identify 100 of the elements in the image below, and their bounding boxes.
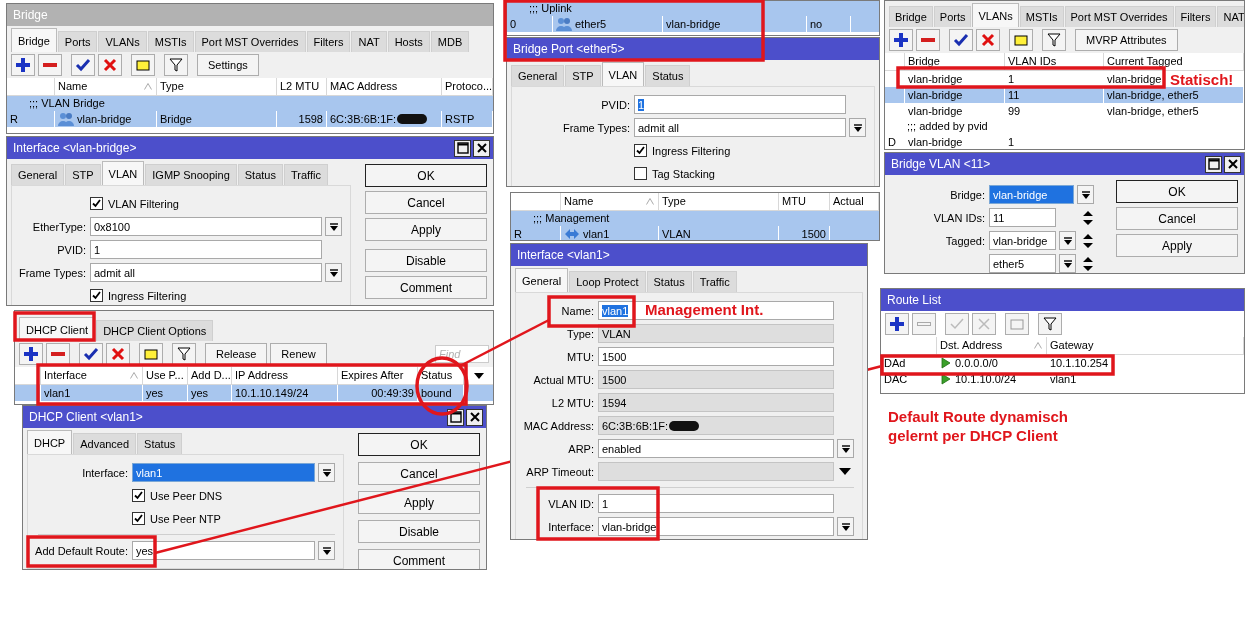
tab[interactable]: General [511,65,565,86]
toolbar-button[interactable] [885,313,909,335]
dropdown-button[interactable] [325,217,342,236]
tab[interactable]: DHCP [27,430,73,454]
tab[interactable]: Traffic [283,164,328,185]
dialog-button[interactable]: Disable [365,249,487,272]
input-field[interactable]: 6C:3B:6B:1F: [598,416,834,435]
dialog-button[interactable]: Apply [365,218,487,241]
tab[interactable]: Filters [1174,6,1217,27]
toolbar-button[interactable] [131,54,155,76]
dropdown-button[interactable] [318,463,335,482]
column-header[interactable]: Add D... [188,367,232,384]
dropdown-field[interactable]: vlan-bridge [989,185,1074,204]
toolbar-button[interactable] [1009,29,1033,51]
dialog-button[interactable]: Cancel [1116,207,1238,230]
tab[interactable]: Status [137,433,183,454]
column-header[interactable]: Interface [41,367,143,384]
toolbar-button[interactable] [976,29,1000,51]
dialog-button[interactable]: Comment [365,276,487,299]
column-header[interactable]: IP Address [232,367,338,384]
column-header[interactable]: Dst. Address [937,337,1047,354]
group-comment[interactable]: ;;; Management [511,211,879,226]
checkbox[interactable] [132,489,145,502]
toolbar-button[interactable] [11,54,35,76]
dialog-button[interactable]: Disable [358,520,480,543]
toolbar-button[interactable] [1042,29,1066,51]
tab[interactable]: Bridge [889,6,933,27]
table-row[interactable]: R vlan1 VLAN 1500 [511,226,879,240]
toolbar-button[interactable] [19,343,43,365]
column-header[interactable]: MTU [779,193,830,210]
tab[interactable]: VLANs [972,3,1019,27]
tab[interactable]: Traffic [692,271,737,292]
dialog-button[interactable]: Comment [358,549,480,569]
column-header[interactable]: Type [659,193,779,210]
checkbox[interactable] [634,167,647,180]
maximize-button[interactable] [454,139,471,157]
dropdown-button[interactable] [837,517,854,536]
dropdown-button[interactable] [837,439,854,458]
tab[interactable]: STP [65,164,101,185]
checkbox[interactable] [634,144,647,157]
dropdown-field[interactable]: admit all [634,118,846,137]
column-header[interactable]: Name [55,78,157,95]
column-header[interactable]: Use P... [143,367,188,384]
checkbox[interactable] [90,197,103,210]
column-header[interactable]: MAC Address [327,78,442,95]
column-header[interactable]: VLAN IDs [1005,53,1104,70]
input-field[interactable]: 1594 [598,393,834,412]
tab[interactable]: VLAN [601,62,645,86]
column-header[interactable]: Bridge [905,53,1005,70]
tab[interactable]: MSTIs [147,31,194,52]
tab[interactable]: IGMP Snooping [145,164,237,185]
table-row[interactable]: vlan-bridge 11 vlan-bridge, ether5 [885,87,1244,103]
column-menu-icon[interactable] [473,372,484,379]
input-field[interactable]: VLAN [598,324,834,343]
input-field[interactable]: 1500 [598,370,834,389]
tab[interactable]: Status [237,164,283,185]
column-header[interactable]: Gateway [1047,337,1244,354]
table-row[interactable]: vlan1 yes yes 10.1.10.149/24 00:49:39 bound [15,385,493,401]
tab[interactable]: Bridge [11,28,57,52]
toolbar-button[interactable]: MVRP Attributes [1075,29,1178,51]
tab[interactable]: Hosts [387,31,430,52]
toolbar-button[interactable] [949,29,973,51]
tab[interactable]: Ports [933,6,972,27]
toolbar-button[interactable] [1038,313,1062,335]
dropdown-field[interactable]: 0x8100 [90,217,322,236]
dialog-button[interactable]: Cancel [358,462,480,485]
tab[interactable]: Loop Protect [569,271,646,292]
dialog-button[interactable]: Cancel [365,191,487,214]
tab[interactable]: Advanced [73,433,137,454]
toolbar-button[interactable] [106,343,130,365]
dropdown-field[interactable]: enabled [598,439,834,458]
input-field[interactable]: 1 [598,494,834,513]
dropdown-field[interactable]: vlan-bridge [989,231,1056,250]
dialog-button[interactable]: Apply [1116,234,1238,257]
input-field[interactable]: 11 [989,208,1056,227]
tab[interactable]: Port MST Overrides [1064,6,1174,27]
dropdown-field[interactable]: admit all [90,263,322,282]
column-header[interactable]: Status [418,367,464,384]
toolbar-button[interactable] [71,54,95,76]
up-down-arrows-icon[interactable] [1082,209,1094,226]
dropdown-button[interactable] [1077,185,1094,204]
group-comment[interactable]: ;;; Uplink [507,1,879,16]
input-field[interactable]: 1 [90,240,322,259]
up-down-arrows-icon[interactable] [1082,232,1094,249]
tab[interactable]: VLANs [98,31,147,52]
input-field[interactable]: 1500 [598,347,834,366]
toolbar-button[interactable] [46,343,70,365]
dialog-button[interactable]: OK [365,164,487,187]
table-row[interactable]: R vlan-bridge Bridge 1598 6C:3B:6B:1F: RSTP [7,111,493,127]
up-down-arrows-icon[interactable] [1082,255,1094,272]
dialog-button[interactable]: OK [1116,180,1238,203]
toolbar-button[interactable] [889,29,913,51]
dropdown-field[interactable]: ether5 [989,254,1056,273]
input-field[interactable] [598,462,834,481]
checkbox[interactable] [132,512,145,525]
tab[interactable]: NAT [351,31,387,52]
tab[interactable]: Ports [57,31,98,52]
tab[interactable]: MDB [430,31,470,52]
toolbar-button[interactable] [164,54,188,76]
toolbar-button[interactable] [79,343,103,365]
